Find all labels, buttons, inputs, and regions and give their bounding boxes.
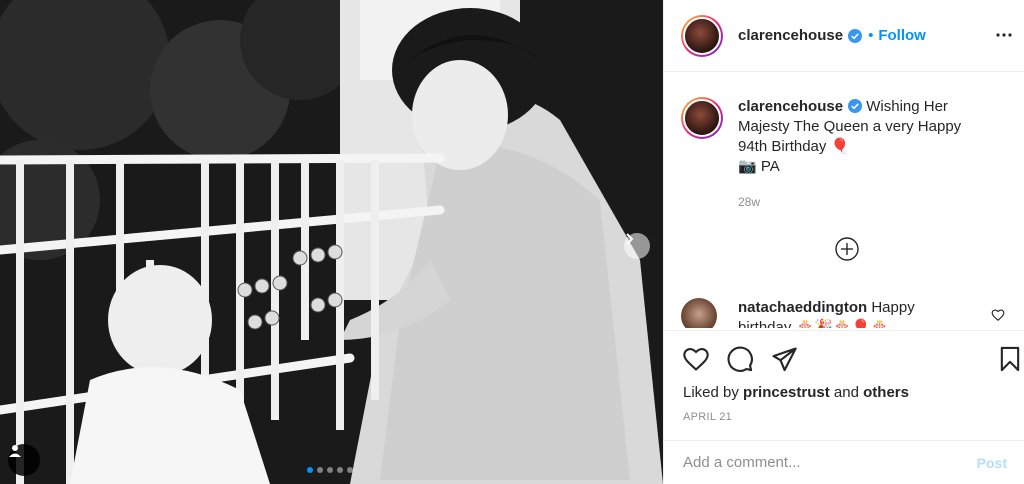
post-actions: Liked by princestrust and others APRIL 2… (664, 330, 1024, 440)
comment-icon[interactable] (726, 345, 754, 373)
photo-illustration (0, 0, 663, 484)
carousel-dot (337, 467, 343, 473)
likes-summary: Liked by princestrust and others (683, 384, 909, 401)
comment-like-icon[interactable] (991, 308, 1005, 322)
add-comment-bar: Post (664, 440, 1024, 484)
caption-username[interactable]: clarencehouse (738, 98, 843, 115)
commenter-avatar[interactable] (681, 298, 717, 328)
load-more-comments-icon[interactable] (834, 236, 860, 262)
author-avatar[interactable] (681, 14, 723, 57)
caption-avatar[interactable] (681, 97, 723, 139)
follow-button[interactable]: Follow (878, 27, 926, 44)
post-caption: clarencehouse Wishing Her Majesty The Qu… (681, 97, 1011, 212)
user-tag-icon (9, 445, 21, 457)
user-tag-button[interactable] (8, 444, 40, 476)
post-side-panel: clarencehouse • Follow clarencehouse Wis… (663, 0, 1024, 484)
chevron-right-icon (626, 233, 634, 245)
verified-badge-icon (848, 99, 863, 113)
post-photo[interactable] (0, 0, 663, 484)
like-icon[interactable] (682, 345, 710, 373)
carousel-dot (327, 467, 333, 473)
likes-joiner: and (833, 384, 859, 401)
carousel-dot (347, 467, 353, 473)
carousel-next-button[interactable] (624, 233, 650, 259)
comment-item: natachaeddington Happy birthday 🎂🎉🎂🎈🎂 (681, 298, 1021, 328)
post-date[interactable]: APRIL 21 (683, 411, 732, 423)
post-header: clarencehouse • Follow (664, 0, 1024, 72)
likes-others-link[interactable]: others (863, 384, 909, 401)
carousel-indicator (307, 467, 353, 473)
header-separator: • (868, 27, 874, 44)
save-bookmark-icon[interactable] (996, 345, 1024, 373)
comment-input[interactable] (683, 454, 977, 471)
carousel-dot-active (307, 467, 313, 473)
author-username[interactable]: clarencehouse (738, 27, 843, 44)
more-options-icon[interactable] (995, 26, 1013, 44)
likes-prefix: Liked by (683, 384, 739, 401)
likes-user-link[interactable]: princestrust (743, 384, 830, 401)
carousel-dot (317, 467, 323, 473)
caption-credit: 📷 PA (738, 158, 780, 175)
share-icon[interactable] (770, 345, 798, 373)
commenter-username[interactable]: natachaeddington (738, 299, 867, 316)
post-comment-button[interactable]: Post (977, 455, 1007, 471)
post-age[interactable]: 28w (738, 192, 988, 212)
verified-badge-icon (848, 28, 863, 43)
